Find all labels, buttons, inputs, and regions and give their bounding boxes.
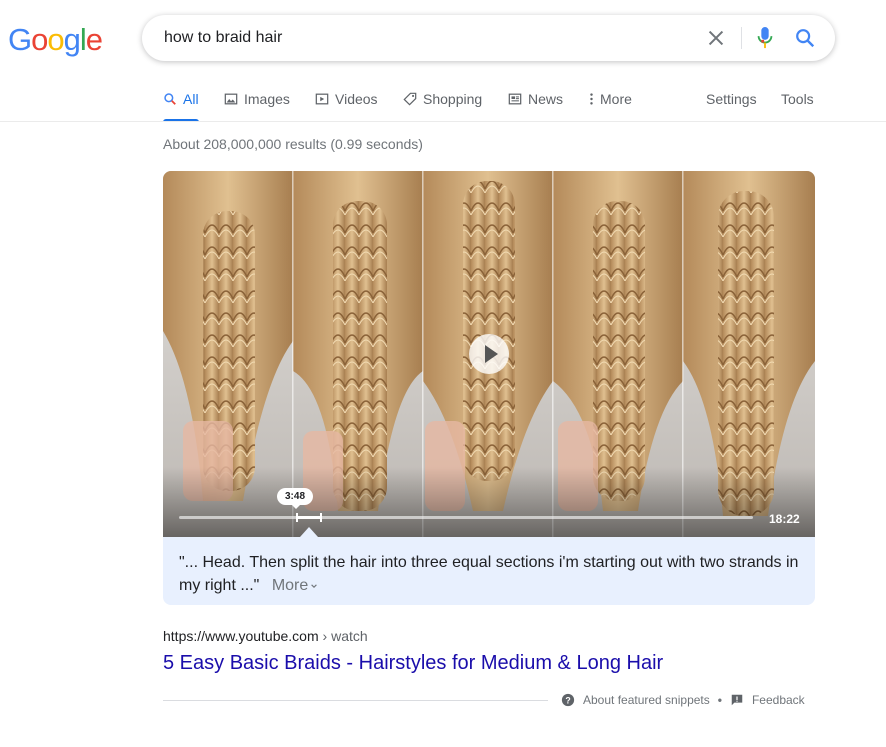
google-logo[interactable]: Google [8,22,103,58]
tab-label: More [600,91,632,107]
logo-letter: G [8,22,32,57]
result-url[interactable]: https://www.youtube.com › watch [163,628,368,644]
news-icon [508,93,522,105]
tab-all[interactable]: All [163,88,199,122]
settings-label: Settings [706,91,757,107]
more-label: More [271,577,309,594]
svg-text:?: ? [565,696,570,706]
microphone-icon[interactable] [754,25,776,51]
tab-more[interactable]: More [589,88,632,122]
progress-track[interactable] [179,513,753,522]
search-tabs: All Images Videos Shopping News More Set… [163,88,823,122]
tab-videos[interactable]: Videos [315,88,378,122]
footer-separator: • [717,693,722,707]
snippet-footer: ? About featured snippets • Feedback [561,693,805,707]
video-overlay [163,467,815,537]
tab-news[interactable]: News [508,88,563,122]
video-player[interactable]: 3:48 18:22 [163,171,815,537]
image-icon [224,93,238,105]
play-icon [315,93,329,105]
tab-shopping[interactable]: Shopping [403,88,482,122]
result-stats: About 208,000,000 results (0.99 seconds) [163,136,423,152]
help-icon: ? [561,693,575,707]
tabs-divider [0,121,886,122]
play-button[interactable] [469,334,509,374]
kebab-icon [590,93,593,105]
tab-label: Shopping [423,91,483,107]
logo-letter: o [31,22,48,57]
logo-letter: e [85,22,103,57]
result-title-link[interactable]: 5 Easy Basic Braids - Hairstyles for Med… [163,652,663,675]
url-domain: https://www.youtube.com [163,628,319,644]
tab-label: All [183,91,199,107]
search-divider [741,27,742,49]
snippet-text: "... Head. Then split the hair into thre… [179,551,809,597]
about-featured-snippets-link[interactable]: About featured snippets [583,693,710,707]
footer-divider [163,700,548,701]
search-icon [164,93,176,105]
search-box[interactable]: how to braid hair [142,15,835,61]
clear-icon[interactable] [705,27,727,49]
feedback-link[interactable]: Feedback [752,693,805,707]
search-icon[interactable] [794,27,816,49]
search-input[interactable]: how to braid hair [164,29,282,47]
url-crumb: › watch [318,628,368,644]
tab-label: News [528,91,564,107]
logo-letter: g [63,22,81,57]
tab-label: Images [244,91,290,107]
tag-icon [403,92,417,106]
tab-images[interactable]: Images [224,88,290,122]
tools-label: Tools [781,91,814,107]
tab-label: Videos [335,91,378,107]
settings-link[interactable]: Settings [706,88,757,122]
video-duration: 18:22 [769,512,800,526]
feedback-icon [731,694,743,706]
clip-segment[interactable] [296,513,322,522]
caption-pointer [300,527,318,537]
snippet-caption: "... Head. Then split the hair into thre… [163,527,815,605]
tools-link[interactable]: Tools [781,88,814,122]
logo-letter: o [47,22,64,57]
more-button[interactable]: More [272,577,318,594]
chevron-down-icon [311,584,318,588]
timestamp-bubble: 3:48 [277,488,314,509]
